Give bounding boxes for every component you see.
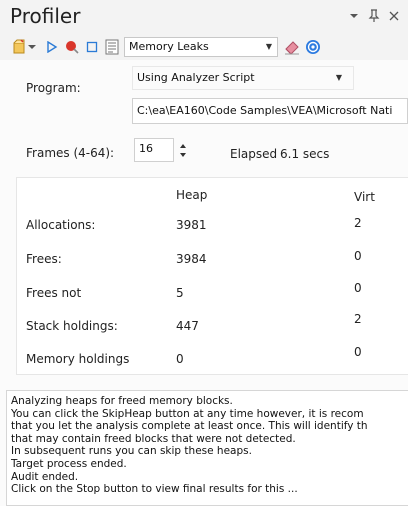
log-line: Target process ended.	[11, 457, 127, 470]
stack-holdings-heap: 447	[176, 319, 199, 333]
frees-not-virt: 0	[354, 281, 362, 295]
profiler-panel: Profiler Memory Leaks ▼ Program: Using A…	[0, 0, 408, 506]
record-icon[interactable]	[63, 38, 81, 56]
report-icon[interactable]	[103, 38, 121, 56]
program-path-field[interactable]: C:\ea\EA160\Code Samples\VEA\Microsoft N…	[132, 98, 408, 124]
profiler-settings: Program: Using Analyzer Script ▼ C:\ea\E…	[16, 60, 408, 170]
memory-stats-table: Heap Virt Allocations: 3981 2 Frees: 398…	[16, 177, 408, 375]
program-select[interactable]: Using Analyzer Script ▼	[132, 66, 354, 90]
column-header-virt: Virt	[354, 190, 375, 204]
row-label-frees: Frees:	[26, 252, 62, 266]
pin-icon[interactable]	[366, 8, 382, 24]
play-icon[interactable]	[43, 38, 61, 56]
elapsed-value: 6.1 secs	[280, 147, 330, 161]
chevron-down-icon: ▼	[335, 73, 343, 82]
close-icon[interactable]	[386, 8, 402, 24]
log-line: Audit ended.	[11, 470, 79, 483]
log-line: Analyzing heaps for freed memory blocks.	[11, 395, 233, 407]
eraser-icon[interactable]	[282, 38, 302, 56]
elapsed-label: Elapsed	[230, 147, 278, 161]
memory-holdings-heap: 0	[176, 352, 184, 366]
log-output[interactable]: Analyzing heaps for freed memory blocks.…	[6, 390, 408, 506]
program-select-value: Using Analyzer Script	[137, 71, 255, 84]
log-line: that you let the analysis complete at le…	[11, 420, 368, 433]
row-label-memory-holdings: Memory holdings	[26, 352, 130, 366]
allocations-heap: 3981	[176, 218, 207, 232]
memory-holdings-virt: 0	[354, 345, 362, 359]
new-icon[interactable]	[10, 38, 28, 56]
row-label-frees-not: Frees not	[26, 286, 82, 300]
toolbar: Memory Leaks ▼	[0, 34, 408, 60]
frees-not-heap: 5	[176, 286, 184, 300]
stack-holdings-virt: 2	[354, 312, 362, 326]
allocations-virt: 2	[354, 216, 362, 230]
panel-title: Profiler	[10, 4, 81, 28]
mode-select-value: Memory Leaks	[129, 40, 209, 53]
mode-select[interactable]: Memory Leaks ▼	[124, 37, 278, 57]
title-bar: Profiler	[0, 0, 408, 34]
dropdown-arrow-icon[interactable]	[346, 8, 362, 24]
frees-virt: 0	[354, 249, 362, 263]
log-line: that may contain freed blocks that were …	[11, 432, 296, 445]
log-line: Click on the Stop button to view final r…	[11, 483, 298, 496]
chevron-down-icon: ▼	[265, 42, 273, 51]
log-line: You can click the SkipHeap button at any…	[11, 407, 364, 420]
row-label-stack-holdings: Stack holdings:	[26, 319, 118, 333]
program-label: Program:	[26, 81, 81, 95]
log-line: In subsequent runs you can skip these he…	[11, 445, 252, 458]
stop-icon[interactable]	[83, 38, 101, 56]
frames-label: Frames (4-64):	[26, 146, 115, 160]
frees-heap: 3984	[176, 252, 207, 266]
row-label-allocations: Allocations:	[26, 218, 96, 232]
frames-stepper[interactable]	[176, 140, 190, 162]
frames-input[interactable]: 16	[134, 138, 174, 162]
column-header-heap: Heap	[176, 188, 208, 202]
help-icon[interactable]	[304, 38, 322, 56]
dropdown-arrow-icon[interactable]	[27, 38, 37, 56]
